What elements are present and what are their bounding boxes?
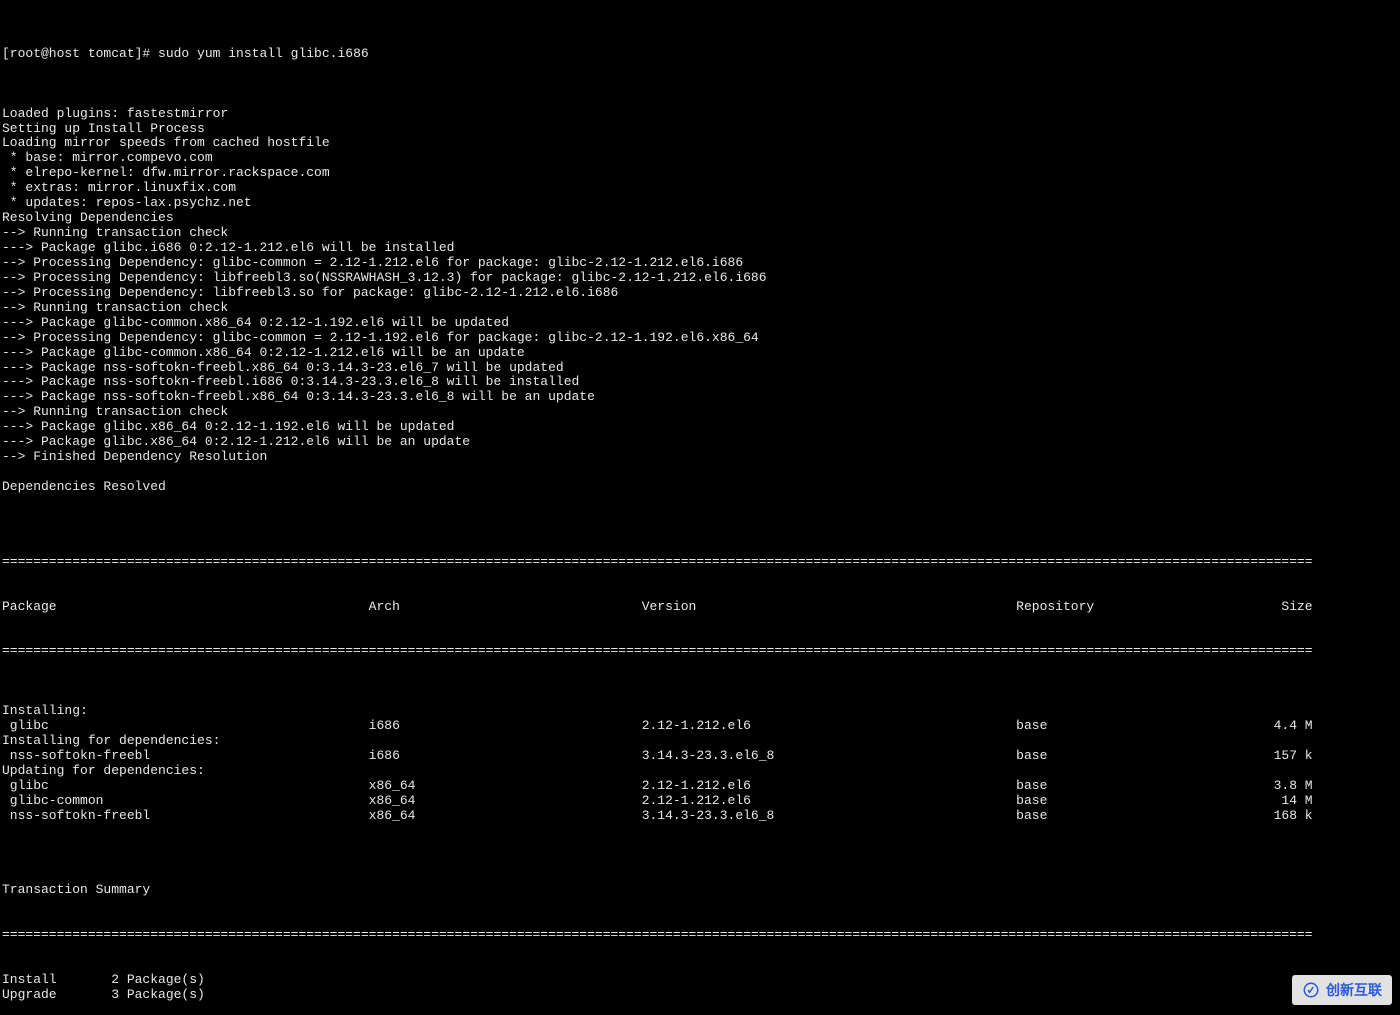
section-title: Updating for dependencies:	[2, 764, 1398, 779]
blank-line	[2, 824, 1398, 839]
output-line: --> Processing Dependency: libfreebl3.so…	[2, 286, 1398, 301]
watermark-badge: 创新互联	[1292, 975, 1392, 1005]
output-line: ---> Package glibc.x86_64 0:2.12-1.192.e…	[2, 420, 1398, 435]
output-line: ---> Package glibc-common.x86_64 0:2.12-…	[2, 316, 1398, 331]
hr-equals: ========================================…	[2, 555, 1398, 570]
watermark-icon	[1302, 981, 1320, 999]
output-line: ---> Package nss-softokn-freebl.i686 0:3…	[2, 375, 1398, 390]
pkg-table-header: Package Arch Version Repository Size	[2, 600, 1398, 615]
shell-prompt-line: [root@host tomcat]# sudo yum install gli…	[2, 47, 1398, 62]
section-title: Installing for dependencies:	[2, 734, 1398, 749]
output-line: --> Running transaction check	[2, 226, 1398, 241]
hr-equals: ========================================…	[2, 644, 1398, 659]
output-line: --> Running transaction check	[2, 301, 1398, 316]
pkg-table-row: glibc i686 2.12-1.212.el6 base 4.4 M	[2, 719, 1398, 734]
output-line: * updates: repos-lax.psychz.net	[2, 196, 1398, 211]
output-line: --> Processing Dependency: libfreebl3.so…	[2, 271, 1398, 286]
output-line: --> Processing Dependency: glibc-common …	[2, 256, 1398, 271]
watermark-text: 创新互联	[1326, 982, 1382, 998]
output-line: ---> Package nss-softokn-freebl.x86_64 0…	[2, 390, 1398, 405]
pkg-table-row: glibc-common x86_64 2.12-1.212.el6 base …	[2, 794, 1398, 809]
output-line: Loading mirror speeds from cached hostfi…	[2, 136, 1398, 151]
output-line: ---> Package glibc-common.x86_64 0:2.12-…	[2, 346, 1398, 361]
output-line: Dependencies Resolved	[2, 480, 1398, 495]
output-line: ---> Package glibc.i686 0:2.12-1.212.el6…	[2, 241, 1398, 256]
output-line	[2, 495, 1398, 510]
output-line: Resolving Dependencies	[2, 211, 1398, 226]
output-line: ---> Package nss-softokn-freebl.x86_64 0…	[2, 361, 1398, 376]
txn-summary-line: Install 2 Package(s)	[2, 973, 1398, 988]
txn-summary-line: Upgrade 3 Package(s)	[2, 988, 1398, 1003]
pkg-table-row: nss-softokn-freebl i686 3.14.3-23.3.el6_…	[2, 749, 1398, 764]
pkg-table-row: nss-softokn-freebl x86_64 3.14.3-23.3.el…	[2, 809, 1398, 824]
output-line: Setting up Install Process	[2, 122, 1398, 137]
output-line: --> Running transaction check	[2, 405, 1398, 420]
shell-prompt: [root@host tomcat]#	[2, 46, 158, 61]
output-line: * extras: mirror.linuxfix.com	[2, 181, 1398, 196]
output-line	[2, 465, 1398, 480]
output-line: --> Processing Dependency: glibc-common …	[2, 331, 1398, 346]
section-title: Installing:	[2, 704, 1398, 719]
output-line: --> Finished Dependency Resolution	[2, 450, 1398, 465]
terminal-output[interactable]: [root@host tomcat]# sudo yum install gli…	[0, 0, 1400, 1015]
output-line: * base: mirror.compevo.com	[2, 151, 1398, 166]
output-line: ---> Package glibc.x86_64 0:2.12-1.212.e…	[2, 435, 1398, 450]
txn-summary-title: Transaction Summary	[2, 883, 1398, 898]
output-line: Loaded plugins: fastestmirror	[2, 107, 1398, 122]
output-line: * elrepo-kernel: dfw.mirror.rackspace.co…	[2, 166, 1398, 181]
command-text: sudo yum install glibc.i686	[158, 46, 369, 61]
pkg-table-row: glibc x86_64 2.12-1.212.el6 base 3.8 M	[2, 779, 1398, 794]
hr-equals: ========================================…	[2, 928, 1398, 943]
